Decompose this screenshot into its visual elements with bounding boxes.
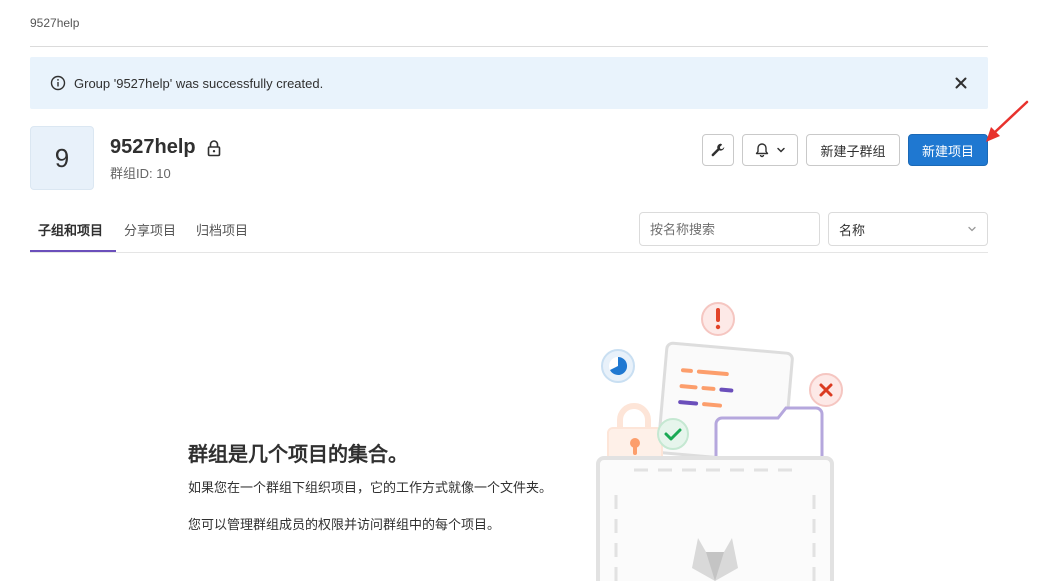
tabs-divider	[30, 252, 988, 253]
header-divider	[30, 46, 988, 47]
chevron-down-icon	[968, 226, 976, 232]
info-icon	[50, 75, 66, 91]
tab-shared-projects[interactable]: 分享项目	[124, 220, 176, 239]
settings-button[interactable]	[702, 134, 734, 166]
new-subgroup-button[interactable]: 新建子群组	[806, 134, 900, 166]
search-input[interactable]	[639, 212, 820, 246]
lock-icon	[207, 140, 221, 157]
tab-archived-projects[interactable]: 归档项目	[196, 220, 248, 239]
empty-state-description: 如果您在一个群组下组织项目，它的工作方式就像一个文件夹。	[188, 480, 553, 495]
flash-alert: Group '9527help' was successfully create…	[30, 57, 988, 109]
alert-message: Group '9527help' was successfully create…	[74, 75, 324, 91]
tab-subgroups-projects[interactable]: 子组和项目	[38, 220, 103, 239]
wrench-icon	[711, 143, 725, 157]
group-id: 群组ID: 10	[110, 166, 171, 181]
annotation-arrow-icon	[986, 100, 1029, 142]
group-name: 9527help	[110, 136, 196, 158]
empty-state-description: 您可以管理群组成员的权限并访问群组中的每个项目。	[188, 517, 501, 532]
notification-button[interactable]	[742, 134, 798, 166]
sort-selected-label: 名称	[839, 222, 866, 238]
chevron-down-icon	[777, 147, 785, 153]
sort-dropdown[interactable]: 名称	[828, 212, 988, 246]
breadcrumb[interactable]: 9527help	[30, 16, 79, 30]
new-project-button[interactable]: 新建项目	[908, 134, 988, 166]
empty-state-title: 群组是几个项目的集合。	[188, 444, 408, 466]
empty-groups-illustration	[596, 302, 843, 581]
close-icon[interactable]	[952, 74, 970, 92]
group-avatar[interactable]: 9	[30, 126, 94, 190]
bell-icon	[755, 143, 769, 158]
